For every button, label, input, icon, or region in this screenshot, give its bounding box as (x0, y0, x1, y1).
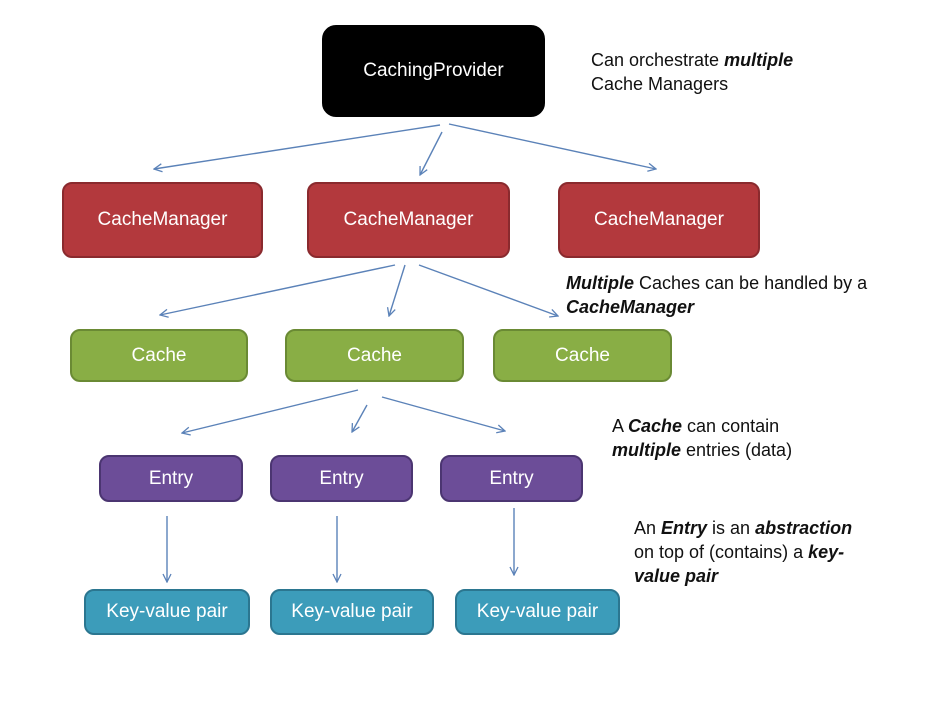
entry-node: Entry (270, 455, 413, 502)
arrow-cache-to-entry-3 (381, 396, 505, 431)
arrow-cache-to-entry-2 (352, 404, 368, 432)
cache-node: Cache (493, 329, 672, 382)
provider-annotation: Can orchestrate multiple Cache Managers (591, 50, 794, 94)
manager-annotation: Multiple Caches can be handled by a Cach… (566, 273, 868, 317)
cache-manager-node: CacheManager (62, 182, 263, 258)
cache-manager-node: CacheManager (558, 182, 760, 258)
key-value-pair-node: Key-value pair (270, 589, 434, 635)
cache-manager-node: CacheManager (307, 182, 510, 258)
arrow-provider-to-manager-3 (448, 123, 656, 169)
cache-annotation: A Cache can contain multiple entries (da… (612, 416, 793, 460)
cache-label: Cache (347, 344, 402, 366)
entry-label: Entry (489, 467, 534, 489)
arrow-manager-to-cache-2 (389, 264, 406, 316)
key-value-pair-label: Key-value pair (106, 601, 228, 622)
arrow-provider-to-manager-2 (420, 131, 443, 175)
arrow-manager-to-cache-3 (418, 264, 558, 316)
cache-manager-label: CacheManager (97, 209, 228, 230)
caching-provider-node: CachingProvider (322, 25, 545, 117)
cache-node: Cache (285, 329, 464, 382)
entry-label: Entry (148, 467, 194, 489)
cache-manager-label: CacheManager (343, 209, 474, 230)
entry-label: Entry (319, 467, 364, 489)
key-value-pair-label: Key-value pair (291, 601, 413, 622)
key-value-pair-label: Key-value pair (476, 601, 599, 622)
caching-provider-label: CachingProvider (363, 60, 504, 81)
key-value-pair-node: Key-value pair (84, 589, 250, 635)
cache-label: Cache (555, 344, 610, 366)
entry-annotation: An Entry is an abstraction on top of (co… (634, 518, 853, 586)
arrow-cache-to-entry-1 (182, 389, 359, 433)
entry-node: Entry (99, 455, 243, 502)
key-value-pair-node: Key-value pair (455, 589, 620, 635)
cache-manager-label: CacheManager (594, 209, 724, 230)
arrow-provider-to-manager-1 (154, 124, 441, 169)
cache-node: Cache (70, 329, 248, 382)
entry-node: Entry (440, 455, 583, 502)
arrow-manager-to-cache-1 (160, 264, 396, 315)
cache-label: Cache (131, 344, 187, 366)
